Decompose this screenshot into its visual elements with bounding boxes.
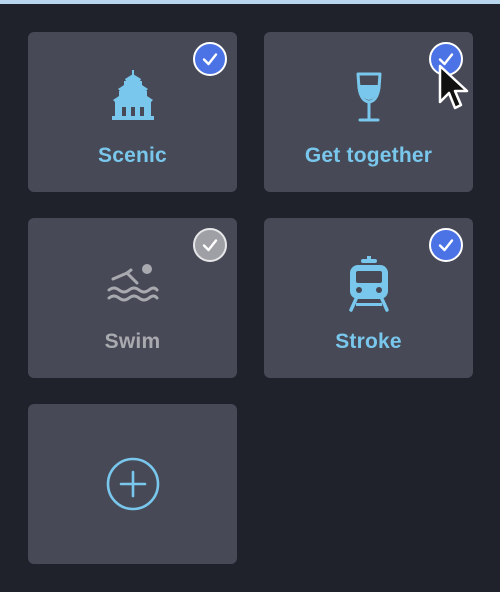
tile-label: Stroke	[335, 330, 402, 353]
swimmer-icon	[105, 256, 161, 312]
category-grid: Scenic Get together Swim Stroke	[0, 4, 500, 592]
tile-scenic[interactable]: Scenic	[28, 32, 237, 192]
checked-icon[interactable]	[429, 228, 463, 262]
tile-label: Swim	[104, 330, 161, 353]
train-icon	[341, 256, 397, 312]
pagoda-icon	[105, 70, 161, 126]
tile-swim[interactable]: Swim	[28, 218, 237, 378]
checked-icon[interactable]	[429, 42, 463, 76]
tile-label: Get together	[304, 144, 433, 167]
plus-circle-icon	[105, 456, 161, 512]
unchecked-icon[interactable]	[193, 228, 227, 262]
tile-get-together[interactable]: Get together	[264, 32, 473, 192]
wine-glass-icon	[341, 70, 397, 126]
tile-label: Scenic	[98, 144, 167, 167]
add-category-button[interactable]	[28, 404, 237, 564]
checked-icon[interactable]	[193, 42, 227, 76]
tile-stroke[interactable]: Stroke	[264, 218, 473, 378]
